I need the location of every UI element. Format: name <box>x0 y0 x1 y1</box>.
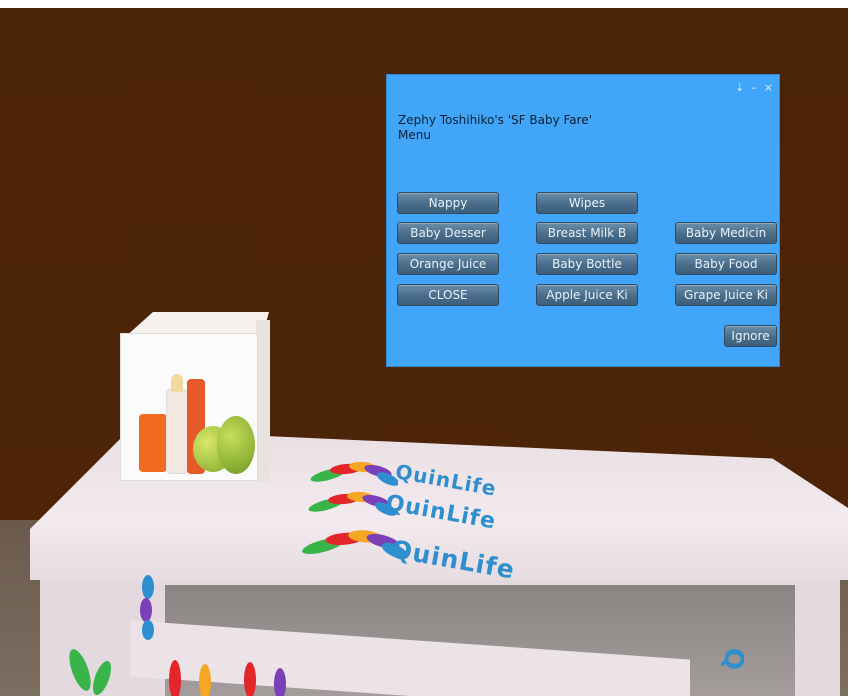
menu-button-baby-dessert[interactable]: Baby Desser <box>397 222 499 244</box>
right-border <box>848 0 853 696</box>
menu-button-apple-juice[interactable]: Apple Juice Ki <box>536 284 638 306</box>
table-leg-logo-icon <box>69 649 112 696</box>
menu-button-close[interactable]: CLOSE <box>397 284 499 306</box>
menu-button-orange-juice[interactable]: Orange Juice <box>397 253 499 275</box>
juice-bottle <box>139 414 167 472</box>
menu-button-grape-juice[interactable]: Grape Juice Ki <box>675 284 777 306</box>
quinlife-fan-logo-icon <box>308 491 396 516</box>
close-icon[interactable]: × <box>764 81 773 94</box>
dialog-message: Zephy Toshihiko's 'SF Baby Fare' Menu <box>398 113 592 142</box>
minimize-icon[interactable]: – <box>751 81 757 94</box>
baby-fare-cube-object[interactable] <box>120 333 258 481</box>
cube-side-face <box>256 320 270 482</box>
menu-button-baby-food[interactable]: Baby Food <box>675 253 777 275</box>
shelf-logo-icon <box>169 660 286 696</box>
script-menu-dialog[interactable]: ⇣ – × Zephy Toshihiko's 'SF Baby Fare' M… <box>386 74 780 367</box>
menu-button-baby-bottle[interactable]: Baby Bottle <box>536 253 638 275</box>
menu-button-nappy[interactable]: Nappy <box>397 192 499 214</box>
menu-button-baby-medicine[interactable]: Baby Medicin <box>675 222 777 244</box>
menu-button-wipes[interactable]: Wipes <box>536 192 638 214</box>
table-leg-logo-icon <box>140 575 154 640</box>
bottle-nipple <box>171 374 183 392</box>
side-logo-letter-icon: Q <box>718 648 748 671</box>
pin-icon[interactable]: ⇣ <box>735 81 744 94</box>
baby-bottle <box>166 389 188 474</box>
menu-button-breast-milk[interactable]: Breast Milk B <box>536 222 638 244</box>
top-border <box>0 0 853 8</box>
green-apple <box>217 416 255 474</box>
dialog-controls: ⇣ – × <box>735 81 773 94</box>
ignore-button[interactable]: Ignore <box>724 325 777 347</box>
